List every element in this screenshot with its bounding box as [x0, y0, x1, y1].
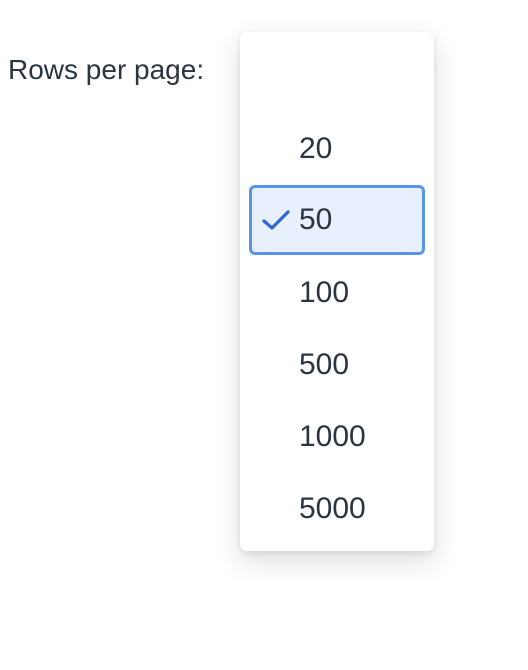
dropdown-option-50[interactable]: 50: [249, 185, 425, 255]
rows-per-page-dropdown-menu: 20 50 100 500 1000 5000: [240, 32, 434, 551]
dropdown-option-label: 5000: [299, 492, 366, 525]
dropdown-option-label: 500: [299, 348, 350, 381]
dropdown-option-500[interactable]: 500: [249, 330, 425, 400]
rows-per-page-label: Rows per page:: [8, 54, 205, 85]
dropdown-option-20[interactable]: 20: [249, 114, 425, 184]
dropdown-option-label: 1000: [299, 420, 366, 453]
check-icon: [262, 210, 290, 230]
dropdown-option-label: 100: [299, 276, 350, 309]
dropdown-option-label: 20: [299, 132, 333, 165]
dropdown-option-5000[interactable]: 5000: [249, 474, 425, 544]
dropdown-option-label: 50: [299, 203, 333, 236]
dropdown-option-1000[interactable]: 1000: [249, 402, 425, 472]
dropdown-option-100[interactable]: 100: [249, 258, 425, 328]
